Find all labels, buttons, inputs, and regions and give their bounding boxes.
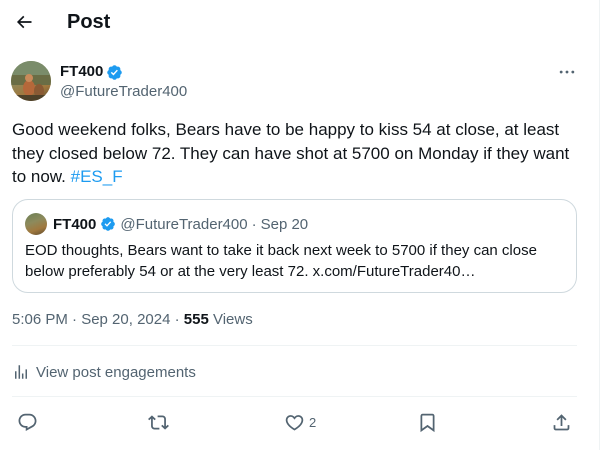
post-timestamp[interactable]: 5:06 PM · Sep 20, 2024 · [12, 311, 184, 328]
more-horizontal-icon [559, 70, 575, 74]
page-header: Post [0, 0, 600, 45]
heart-icon [285, 414, 304, 431]
bookmark-icon [420, 413, 435, 432]
hashtag-link[interactable]: #ES_F [71, 167, 123, 186]
quote-separator: · [251, 215, 257, 233]
post-body: Good weekend folks, Bears have to be hap… [12, 118, 587, 189]
retweet-button[interactable] [148, 409, 169, 435]
back-button[interactable] [8, 6, 40, 38]
post-metadata: 5:06 PM · Sep 20, 2024 · 555 Views [12, 310, 253, 330]
scrollbar[interactable] [600, 0, 613, 450]
view-engagements-label: View post engagements [36, 363, 196, 381]
quote-author-name: FT400 [53, 215, 97, 233]
reply-icon [18, 413, 37, 431]
like-button[interactable]: 2 [284, 409, 316, 435]
retweet-icon [148, 414, 169, 430]
action-bar: 2 [0, 409, 600, 435]
divider [12, 396, 577, 397]
post-detail-view: Post FT400 @FutureTrader400 Good weekend… [0, 0, 600, 450]
arrow-left-icon [16, 15, 32, 29]
author-name[interactable]: FT400 [60, 62, 103, 82]
bar-chart-icon [15, 365, 27, 379]
like-count: 2 [309, 414, 317, 430]
quote-avatar [25, 213, 47, 235]
page-title: Post [67, 11, 111, 33]
avatar-image [11, 61, 51, 101]
quoted-post[interactable]: FT400 @FutureTrader400 · Sep 20 EOD thou… [12, 199, 577, 293]
author-handle[interactable]: @FutureTrader400 [60, 82, 187, 102]
divider [12, 345, 577, 346]
avatar[interactable] [11, 61, 51, 101]
bookmark-button[interactable] [417, 409, 438, 435]
views-label: Views [208, 311, 253, 328]
quote-text: EOD thoughts, Bears want to take it back… [25, 242, 537, 280]
verified-badge-icon[interactable] [106, 64, 123, 81]
quote-date: Sep 20 [260, 215, 309, 233]
view-engagements-link[interactable]: View post engagements [12, 362, 196, 382]
author-name-row: FT400 [60, 62, 123, 82]
quote-header: FT400 @FutureTrader400 · Sep 20 [53, 213, 308, 235]
verified-badge-icon [101, 217, 116, 231]
reply-button[interactable] [17, 409, 38, 435]
more-options-button[interactable] [553, 61, 581, 83]
views-count: 555 [183, 311, 209, 328]
share-icon [553, 413, 570, 430]
quote-author-handle: @FutureTrader400 [120, 215, 248, 233]
share-button[interactable] [551, 409, 572, 435]
